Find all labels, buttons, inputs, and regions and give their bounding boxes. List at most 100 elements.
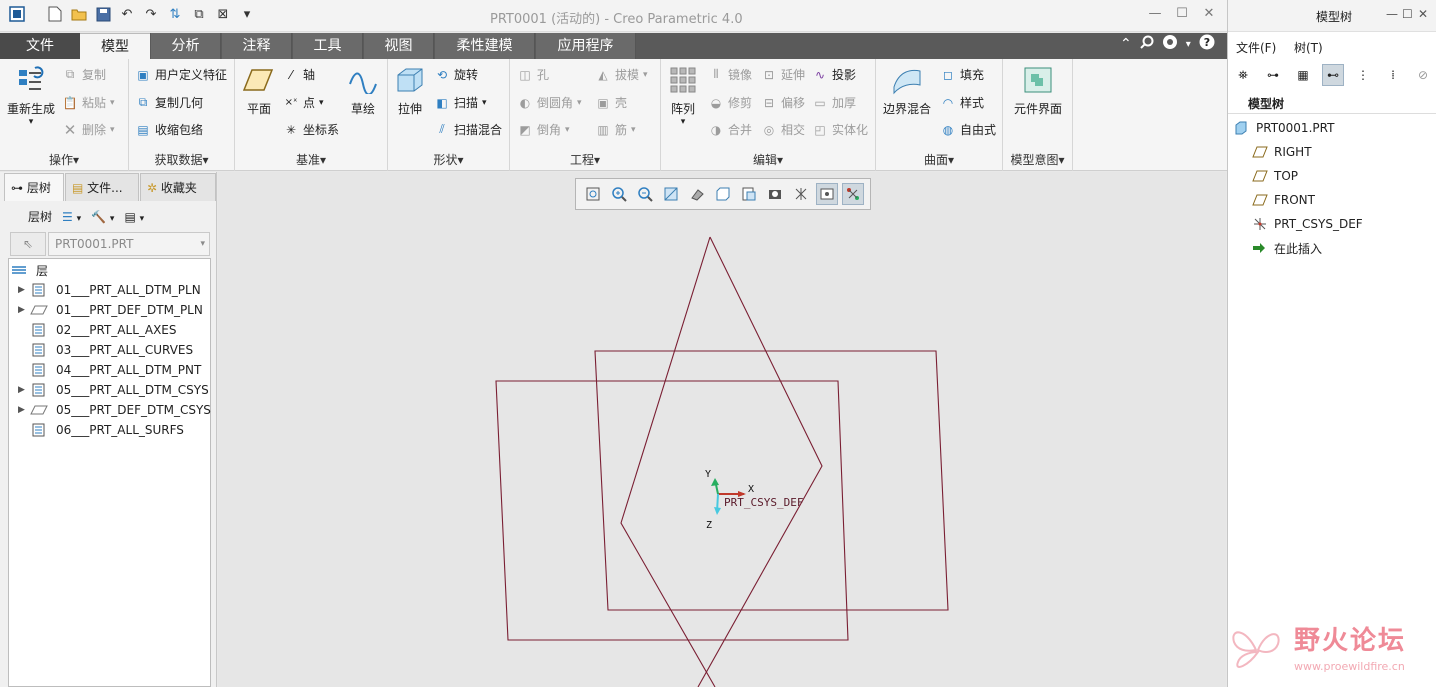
saved-orientations-icon[interactable] bbox=[712, 183, 734, 205]
tab-file[interactable]: 文件 bbox=[0, 33, 80, 59]
solidify-button[interactable]: ◰ 实体化 bbox=[812, 121, 868, 138]
collapse-all-icon[interactable]: ⁞ bbox=[1382, 64, 1404, 86]
minimize-ribbon-icon[interactable]: ⌃ bbox=[1120, 36, 1132, 52]
component-interface-button[interactable]: 元件界面 bbox=[1008, 64, 1068, 117]
expand-arrow-icon[interactable]: ▶ bbox=[18, 305, 30, 315]
layer-row[interactable]: 04___PRT_ALL_DTM_PNT bbox=[18, 360, 201, 380]
layer-row[interactable]: 02___PRT_ALL_AXES bbox=[18, 320, 177, 340]
layer-row[interactable]: ▶ 01___PRT_DEF_DTM_PLN bbox=[18, 300, 203, 320]
group-label-model-intent[interactable]: 模型意图▾ bbox=[1003, 151, 1072, 168]
intersect-button[interactable]: ◎ 相交 bbox=[761, 121, 805, 138]
app-menu-icon[interactable] bbox=[8, 5, 26, 23]
spin-center-icon[interactable] bbox=[816, 183, 838, 205]
offset-button[interactable]: ⊟ 偏移 bbox=[761, 94, 805, 111]
layer-row[interactable]: 03___PRT_ALL_CURVES bbox=[18, 340, 193, 360]
tab-analysis[interactable]: 分析 bbox=[151, 33, 221, 59]
shrinkwrap-button[interactable]: ▤ 收缩包络 bbox=[135, 121, 203, 138]
help-icon[interactable]: ? bbox=[1199, 34, 1215, 54]
panel-maximize-button[interactable]: ☐ bbox=[1402, 7, 1413, 21]
copy-geometry-button[interactable]: ⧉ 复制几何 bbox=[135, 94, 203, 111]
minimize-button[interactable]: — bbox=[1144, 6, 1166, 24]
group-label-engineering[interactable]: 工程▾ bbox=[510, 151, 660, 168]
open-folder-icon[interactable] bbox=[70, 5, 88, 23]
redo-icon[interactable]: ↷ bbox=[142, 5, 160, 23]
tab-view[interactable]: 视图 bbox=[364, 33, 434, 59]
windows-icon[interactable]: ⧉ bbox=[190, 5, 208, 23]
search-icon[interactable] bbox=[1140, 35, 1154, 53]
fill-button[interactable]: ◻ 填充 bbox=[940, 66, 984, 83]
datum-plane-front[interactable] bbox=[495, 380, 849, 641]
maximize-button[interactable]: ☐ bbox=[1171, 6, 1193, 24]
datum-display-filters-icon[interactable] bbox=[790, 183, 812, 205]
tree-columns-icon[interactable]: ▦ bbox=[1292, 64, 1314, 86]
close-window-icon[interactable]: ⊠ bbox=[214, 5, 232, 23]
layer-row[interactable]: 06___PRT_ALL_SURFS bbox=[18, 420, 184, 440]
pattern-button[interactable]: 阵列 ▾ bbox=[665, 64, 701, 127]
draft-button[interactable]: ◭ 拔模 ▾ bbox=[595, 66, 647, 83]
tab-annotate[interactable]: 注释 bbox=[222, 33, 292, 59]
tree-root-item[interactable]: PRT0001.PRT bbox=[1234, 118, 1334, 138]
tab-layer-tree[interactable]: ⊶ 层树 bbox=[4, 173, 64, 201]
new-file-icon[interactable] bbox=[46, 5, 64, 23]
freestyle-button[interactable]: ◍ 自由式 bbox=[940, 121, 996, 138]
group-label-operations[interactable]: 操作▾ bbox=[0, 151, 128, 168]
annotation-display-icon[interactable] bbox=[842, 183, 864, 205]
round-button[interactable]: ◐ 倒圆角 ▾ bbox=[517, 94, 582, 111]
community-icon[interactable] bbox=[1162, 34, 1178, 54]
style-button[interactable]: ◠ 样式 bbox=[940, 94, 984, 111]
shell-button[interactable]: ▣ 壳 bbox=[595, 94, 627, 111]
refit-icon[interactable] bbox=[582, 183, 604, 205]
tree-item[interactable]: 在此插入 bbox=[1252, 238, 1322, 258]
tree-display-icon[interactable]: ⊷ bbox=[1322, 64, 1344, 86]
tab-model[interactable]: 模型 bbox=[80, 33, 150, 59]
expand-arrow-icon[interactable]: ▶ bbox=[18, 405, 30, 415]
tab-flexible-modeling[interactable]: 柔性建模 bbox=[435, 33, 535, 59]
group-label-datum[interactable]: 基准▾ bbox=[235, 151, 387, 168]
panel-close-button[interactable]: ✕ bbox=[1418, 7, 1428, 21]
boundary-blend-button[interactable]: 边界混合 bbox=[880, 64, 934, 117]
udf-button[interactable]: ▣ 用户定义特征 bbox=[135, 66, 227, 83]
merge-button[interactable]: ◑ 合并 bbox=[708, 121, 752, 138]
expand-arrow-icon[interactable]: ▶ bbox=[18, 385, 30, 395]
sketch-button[interactable]: 草绘 bbox=[344, 64, 382, 117]
customize-qat-icon[interactable]: ▾ bbox=[238, 5, 256, 23]
repaint-icon[interactable] bbox=[660, 183, 682, 205]
datum-planes-view[interactable]: Y X Z PRT_CSYS_DEF bbox=[218, 172, 1226, 687]
layer-row[interactable]: ▶ 05___PRT_DEF_DTM_CSYS bbox=[18, 400, 211, 420]
view-manager-icon[interactable] bbox=[738, 183, 760, 205]
tree-item[interactable]: RIGHT bbox=[1252, 142, 1312, 162]
perspective-icon[interactable] bbox=[764, 183, 786, 205]
swept-blend-button[interactable]: ⫽ 扫描混合 bbox=[434, 121, 502, 138]
datum-plane-top[interactable] bbox=[594, 350, 949, 611]
mirror-button[interactable]: ⫴ 镜像 bbox=[708, 66, 752, 83]
rib-button[interactable]: ▥ 筋 ▾ bbox=[595, 121, 635, 138]
revolve-button[interactable]: ⟲ 旋转 bbox=[434, 66, 478, 83]
delete-button[interactable]: ✕ 删除 ▾ bbox=[62, 121, 115, 139]
project-button[interactable]: ∿ 投影 bbox=[812, 66, 856, 83]
menu-file[interactable]: 文件(F) bbox=[1236, 39, 1276, 56]
group-label-shapes[interactable]: 形状▾ bbox=[388, 151, 509, 168]
sweep-button[interactable]: ◧ 扫描 ▾ bbox=[434, 94, 486, 111]
active-model-combo[interactable]: PRT0001.PRT ▾ bbox=[48, 232, 210, 256]
group-label-editing[interactable]: 编辑▾ bbox=[661, 151, 875, 168]
group-label-get-data[interactable]: 获取数据▾ bbox=[129, 151, 234, 168]
select-model-button[interactable]: ⇖ bbox=[10, 232, 46, 256]
copy-button[interactable]: ⧉ 复制 bbox=[62, 66, 106, 83]
point-button[interactable]: ×ˣ 点 ▾ bbox=[283, 94, 324, 111]
paste-button[interactable]: 📋 粘贴 ▾ bbox=[62, 94, 115, 111]
tree-item[interactable]: FRONT bbox=[1252, 190, 1315, 210]
layer-row[interactable]: ▶ 05___PRT_ALL_DTM_CSYS bbox=[18, 380, 209, 400]
find-binoculars-icon[interactable]: ⛯ bbox=[1232, 64, 1254, 86]
layers-dropdown[interactable]: ☰ ▾ bbox=[62, 210, 81, 224]
regenerate-button[interactable]: 重新生成 ▾ bbox=[4, 64, 58, 127]
menu-tree[interactable]: 树(T) bbox=[1294, 39, 1323, 56]
chevron-down-icon[interactable]: ▾ bbox=[1186, 39, 1191, 50]
tree-item[interactable]: TOP bbox=[1252, 166, 1298, 186]
csys-button[interactable]: ✳ 坐标系 bbox=[283, 121, 339, 138]
layer-row[interactable]: ▶ 01___PRT_ALL_DTM_PLN bbox=[18, 280, 201, 300]
zoom-in-icon[interactable] bbox=[608, 183, 630, 205]
thicken-button[interactable]: ▭ 加厚 bbox=[812, 94, 856, 111]
undo-icon[interactable]: ↶ bbox=[118, 5, 136, 23]
axis-button[interactable]: ⁄ 轴 bbox=[283, 66, 315, 83]
extrude-button[interactable]: 拉伸 bbox=[392, 64, 428, 117]
